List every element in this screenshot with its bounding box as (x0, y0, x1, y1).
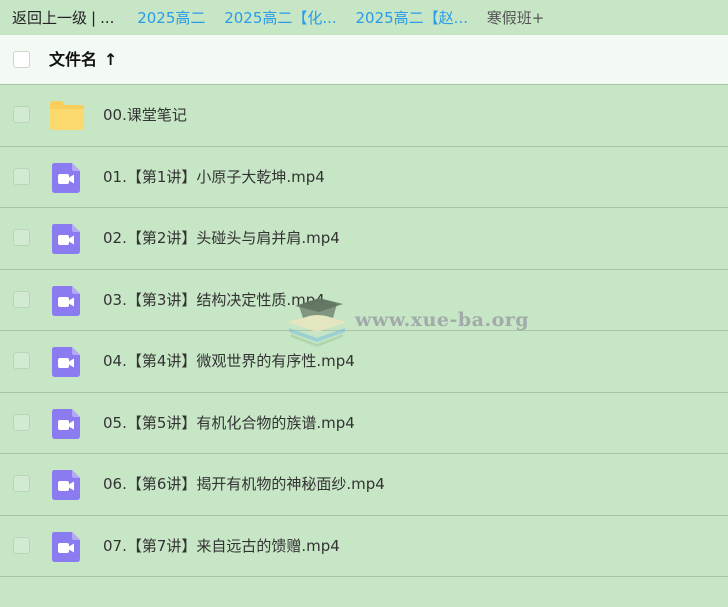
breadcrumb-ellipsis[interactable]: ... (100, 9, 114, 27)
file-row[interactable]: 05.【第5讲】有机化合物的族谱.mp4 (0, 393, 728, 454)
name-column-header[interactable]: 文件名 (49, 35, 97, 85)
row-checkbox[interactable] (13, 167, 30, 185)
sort-ascending-icon[interactable]: ↑ (104, 35, 117, 85)
folder-icon (49, 99, 84, 131)
file-name[interactable]: 07.【第7讲】来自远古的馈赠.mp4 (103, 516, 340, 577)
chevron-right-icon: › (124, 10, 130, 25)
video-file-icon (50, 162, 82, 194)
breadcrumb-separator: | (91, 8, 97, 27)
file-row[interactable]: 03.【第3讲】结构决定性质.mp4 (0, 270, 728, 331)
file-name[interactable]: 04.【第4讲】微观世界的有序性.mp4 (103, 331, 355, 392)
back-link[interactable]: 返回上一级 (12, 7, 87, 28)
video-file-icon (50, 469, 82, 501)
file-name[interactable]: 02.【第2讲】头碰头与肩并肩.mp4 (103, 208, 340, 269)
row-checkbox[interactable] (13, 536, 30, 554)
chevron-right-icon: › (473, 10, 479, 25)
breadcrumb-current: 寒假班+ (486, 9, 545, 27)
file-list: 00.课堂笔记 01.【第1讲】小原子大乾坤.mp4 02.【第2讲】头碰头与肩… (0, 85, 728, 577)
video-file-icon (50, 408, 82, 440)
file-row[interactable]: 02.【第2讲】头碰头与肩并肩.mp4 (0, 208, 728, 270)
row-checkbox[interactable] (13, 475, 30, 492)
video-file-icon (50, 223, 82, 255)
file-name[interactable]: 05.【第5讲】有机化合物的族谱.mp4 (103, 393, 355, 454)
breadcrumb-link[interactable]: 2025高二【化... (224, 7, 336, 28)
chevron-right-icon: › (342, 10, 348, 25)
breadcrumb-link[interactable]: 2025高二 (137, 7, 205, 28)
file-row[interactable]: 00.课堂笔记 (0, 85, 728, 147)
video-file-icon (50, 346, 82, 378)
row-checkbox[interactable] (13, 229, 30, 246)
file-list-header: 文件名 ↑ (0, 35, 728, 85)
video-file-icon (50, 531, 82, 563)
chevron-right-icon: › (211, 10, 217, 25)
select-all-checkbox[interactable] (13, 51, 30, 68)
file-row[interactable]: 06.【第6讲】揭开有机物的神秘面纱.mp4 (0, 454, 728, 516)
file-name[interactable]: 00.课堂笔记 (103, 85, 187, 146)
file-row[interactable]: 04.【第4讲】微观世界的有序性.mp4 (0, 331, 728, 393)
video-file-icon (50, 285, 82, 317)
row-checkbox[interactable] (13, 106, 30, 123)
file-name[interactable]: 06.【第6讲】揭开有机物的神秘面纱.mp4 (103, 454, 385, 515)
file-name[interactable]: 03.【第3讲】结构决定性质.mp4 (103, 270, 325, 331)
breadcrumb: 返回上一级 | ... › 2025高二 › 2025高二【化... › 202… (0, 0, 728, 35)
breadcrumb-link[interactable]: 2025高二【赵... (356, 7, 468, 28)
file-row[interactable]: 01.【第1讲】小原子大乾坤.mp4 (0, 147, 728, 208)
file-name[interactable]: 01.【第1讲】小原子大乾坤.mp4 (103, 147, 325, 208)
row-checkbox[interactable] (13, 413, 30, 431)
row-checkbox[interactable] (13, 290, 30, 308)
row-checkbox[interactable] (13, 352, 30, 369)
file-row[interactable]: 07.【第7讲】来自远古的馈赠.mp4 (0, 516, 728, 577)
